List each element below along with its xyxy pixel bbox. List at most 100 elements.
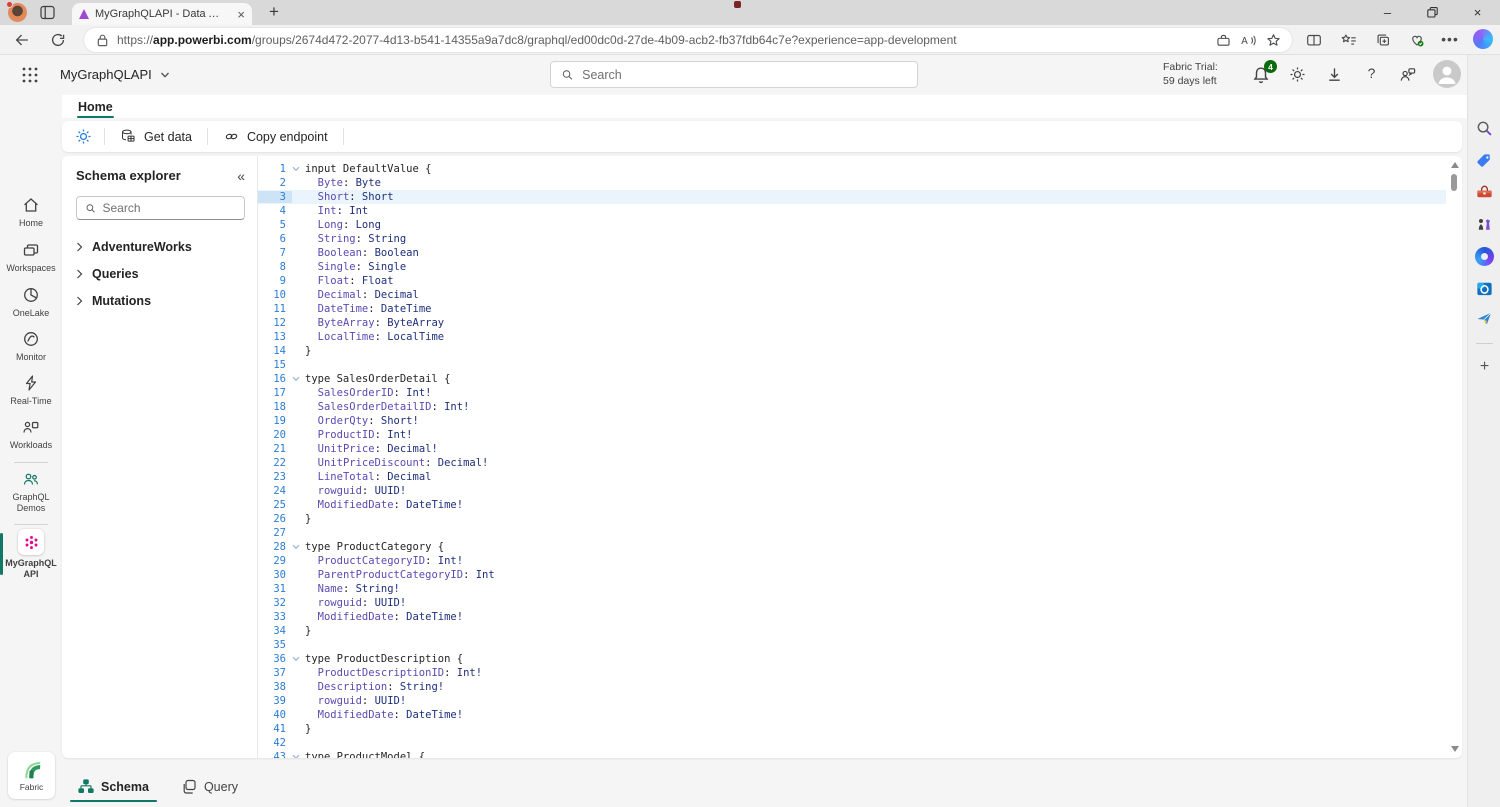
code-line[interactable]: 6 String: String [258, 232, 1446, 246]
refresh-icon[interactable] [49, 31, 67, 49]
workspace-switcher[interactable]: MyGraphQLAPI [60, 67, 170, 82]
settings-gear-icon[interactable] [1288, 65, 1307, 84]
tab-query[interactable]: Query [173, 770, 246, 803]
help-button[interactable]: ? [1362, 65, 1381, 84]
copilot-icon[interactable] [1473, 29, 1493, 49]
editor-scrollbar[interactable] [1447, 158, 1461, 756]
fold-chevron-icon[interactable] [292, 656, 305, 662]
tree-item-mutations[interactable]: Mutations [76, 287, 245, 314]
shopping-tag-icon[interactable] [1475, 151, 1494, 170]
nav-item-monitor[interactable]: Monitor [0, 329, 62, 363]
code-line[interactable]: 31 Name: String! [258, 582, 1446, 596]
favorite-star-icon[interactable] [1265, 32, 1282, 49]
code-line[interactable]: 20 ProductID: Int! [258, 428, 1446, 442]
nav-item-workspaces[interactable]: Workspaces [0, 240, 62, 274]
browser-essentials-icon[interactable] [1408, 31, 1426, 49]
code-line[interactable]: 7 Boolean: Boolean [258, 246, 1446, 260]
fold-chevron-icon[interactable] [292, 166, 305, 172]
code-line[interactable]: 4 Int: Int [258, 204, 1446, 218]
browser-profile-avatar[interactable] [6, 1, 27, 22]
code-line[interactable]: 37 ProductDescriptionID: Int! [258, 666, 1446, 680]
download-icon[interactable] [1325, 65, 1344, 84]
code-line[interactable]: 19 OrderQty: Short! [258, 414, 1446, 428]
read-aloud-icon[interactable]: A [1240, 32, 1257, 49]
app-install-icon[interactable] [1215, 32, 1232, 49]
trial-status[interactable]: Fabric Trial: 59 days left [1163, 61, 1233, 88]
code-line[interactable]: 35 [258, 638, 1446, 652]
code-line[interactable]: 10 Decimal: Decimal [258, 288, 1446, 302]
api-settings-gear-icon[interactable] [74, 127, 93, 146]
tree-item-adventureworks[interactable]: AdventureWorks [76, 233, 245, 260]
scrollbar-thumb[interactable] [1451, 174, 1457, 191]
tab-schema[interactable]: Schema [70, 770, 157, 803]
tab-home[interactable]: Home [68, 95, 123, 118]
code-line[interactable]: 40 ModifiedDate: DateTime! [258, 708, 1446, 722]
schema-search-input[interactable] [102, 201, 236, 215]
fabric-home-button[interactable]: Fabric [8, 752, 55, 799]
new-tab-button[interactable]: + [263, 1, 285, 23]
sidebar-search-icon[interactable] [1475, 119, 1494, 138]
favorites-bar-icon[interactable] [1340, 31, 1358, 49]
notifications-button[interactable]: 4 [1250, 60, 1277, 86]
copy-endpoint-button[interactable]: Copy endpoint [219, 128, 332, 145]
games-chess-icon[interactable] [1475, 215, 1494, 234]
outlook-icon[interactable] [1475, 279, 1494, 298]
close-button[interactable]: × [1455, 0, 1500, 25]
account-avatar[interactable] [1433, 60, 1461, 88]
fold-chevron-icon[interactable] [292, 544, 305, 550]
feedback-icon[interactable] [1398, 65, 1417, 84]
scroll-up-arrow[interactable] [1450, 162, 1459, 168]
sidebar-add-button[interactable]: + [1475, 357, 1494, 376]
code-line[interactable]: 36 type ProductDescription { [258, 652, 1446, 666]
code-line[interactable]: 23 LineTotal: Decimal [258, 470, 1446, 484]
tab-close-icon[interactable]: × [237, 8, 245, 21]
code-line[interactable]: 34} [258, 624, 1446, 638]
restore-button[interactable] [1410, 0, 1455, 25]
schema-code-editor[interactable]: 1 input DefaultValue {2 Byte: Byte 3 Short… [258, 156, 1462, 758]
code-line[interactable]: 26} [258, 512, 1446, 526]
nav-item-workloads[interactable]: Workloads [0, 417, 62, 451]
global-search-input[interactable] [582, 67, 907, 82]
code-line[interactable]: 13 LocalTime: LocalTime [258, 330, 1446, 344]
browser-menu-icon[interactable]: ••• [1441, 31, 1459, 49]
code-line[interactable]: 38 Description: String! [258, 680, 1446, 694]
nav-item-mygraphqlapi[interactable]: MyGraphQL API [0, 529, 62, 579]
tools-toolbox-icon[interactable] [1475, 183, 1494, 202]
code-line[interactable]: 41} [258, 722, 1446, 736]
code-line[interactable]: 21 UnitPrice: Decimal! [258, 442, 1446, 456]
code-line[interactable]: 5 Long: Long [258, 218, 1446, 232]
code-line[interactable]: 24 rowguid: UUID! [258, 484, 1446, 498]
code-line[interactable]: 11 DateTime: DateTime [258, 302, 1446, 316]
code-line[interactable]: 39 rowguid: UUID! [258, 694, 1446, 708]
code-line[interactable]: 28 type ProductCategory { [258, 540, 1446, 554]
nav-item-onelake[interactable]: OneLake [0, 285, 62, 319]
code-line[interactable]: 42 [258, 736, 1446, 750]
code-line[interactable]: 32 rowguid: UUID! [258, 596, 1446, 610]
schema-search[interactable] [76, 196, 245, 220]
nav-item-home[interactable]: Home [0, 195, 62, 229]
split-screen-icon[interactable] [1305, 31, 1323, 49]
global-search[interactable] [550, 61, 918, 88]
browser-tab[interactable]: MyGraphQLAPI - Data App Deve × [72, 3, 252, 25]
nav-item-graphql-demos[interactable]: GraphQL Demos [0, 469, 62, 513]
nav-item-realtime[interactable]: Real-Time [0, 373, 62, 407]
code-line[interactable]: 14} [258, 344, 1446, 358]
url-bar[interactable]: https://app.powerbi.com/groups/2674d472-… [84, 28, 1292, 52]
code-line[interactable]: 22 UnitPriceDiscount: Decimal! [258, 456, 1446, 470]
code-line[interactable]: 33 ModifiedDate: DateTime! [258, 610, 1446, 624]
m365-copilot-icon[interactable] [1475, 247, 1494, 266]
code-line[interactable]: 9 Float: Float [258, 274, 1446, 288]
code-line[interactable]: 8 Single: Single [258, 260, 1446, 274]
app-launcher-icon[interactable] [20, 65, 40, 85]
code-line[interactable]: 30 ParentProductCategoryID: Int [258, 568, 1446, 582]
code-line[interactable]: 27 [258, 526, 1446, 540]
code-line[interactable]: 15 [258, 358, 1446, 372]
code-line[interactable]: 3 Short: Short [258, 190, 1446, 204]
code-line[interactable]: 12 ByteArray: ByteArray [258, 316, 1446, 330]
scroll-down-arrow[interactable] [1450, 746, 1459, 752]
code-line[interactable]: 16 type SalesOrderDetail { [258, 372, 1446, 386]
code-line[interactable]: 18 SalesOrderDetailID: Int! [258, 400, 1446, 414]
tree-item-queries[interactable]: Queries [76, 260, 245, 287]
fold-chevron-icon[interactable] [292, 754, 305, 758]
code-line[interactable]: 2 Byte: Byte [258, 176, 1446, 190]
